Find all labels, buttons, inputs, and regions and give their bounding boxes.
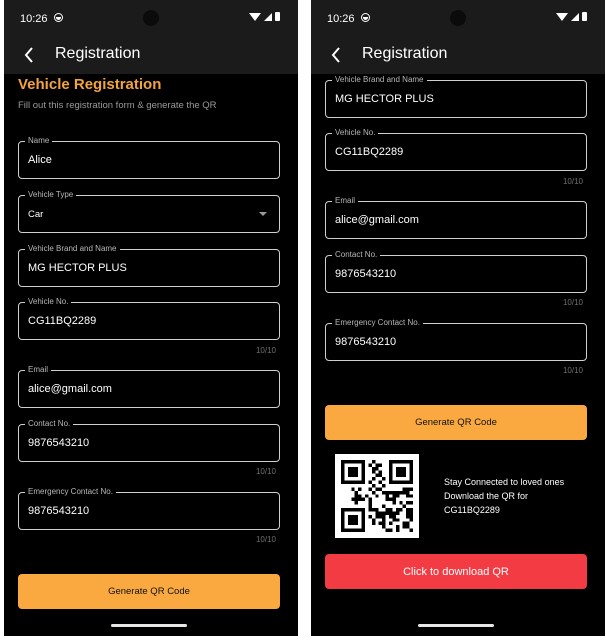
form-content-scrolled[interactable]: Vehicle Brand and Name MG HECTOR PLUS Ve… [311, 74, 605, 636]
vehicle-type-label: Vehicle Type [25, 190, 77, 200]
form-content[interactable]: Vehicle Registration Fill out this regis… [4, 74, 298, 636]
chevron-down-icon[interactable] [259, 212, 267, 216]
contact-field[interactable]: Contact No. 9876543210 [325, 250, 587, 293]
app-title: Registration [55, 45, 141, 62]
contact-value: 9876543210 [335, 268, 397, 280]
camera-cutout [450, 10, 466, 26]
status-icons [249, 12, 280, 21]
contact-label: Contact No. [25, 419, 74, 429]
qr-caption-vehicle-no: CG11BQ2289 [444, 505, 500, 515]
emergency-contact-field[interactable]: Emergency Contact No. 9876543210 [325, 318, 587, 361]
generate-qr-button[interactable]: Generate QR Code [325, 405, 587, 440]
emergency-counter: 10/10 [255, 535, 276, 544]
phone-screen-left: 10:26 Registration Vehicle Registration … [4, 0, 298, 636]
email-label: Email [25, 365, 52, 375]
download-qr-button[interactable]: Click to download QR [325, 554, 587, 589]
status-time: 10:26 [20, 13, 48, 25]
home-indicator[interactable] [111, 624, 187, 627]
brand-value: MG HECTOR PLUS [335, 93, 434, 105]
emergency-counter: 10/10 [562, 366, 583, 375]
battery-icon [582, 12, 587, 21]
status-time: 10:26 [327, 13, 355, 25]
qr-caption-line2: Download the QR for [444, 491, 529, 501]
brand-value: MG HECTOR PLUS [28, 262, 127, 274]
email-value: alice@gmail.com [28, 383, 112, 395]
app-bar: Registration [311, 36, 605, 74]
battery-icon [275, 12, 280, 21]
contact-value: 9876543210 [28, 437, 90, 449]
emergency-contact-field[interactable]: Emergency Contact No. 9876543210 [18, 487, 280, 530]
qr-caption-line1: Stay Connected to loved ones [444, 477, 565, 487]
emergency-contact-value: 9876543210 [335, 336, 397, 348]
vehicle-no-field[interactable]: Vehicle No. CG11BQ2289 [18, 297, 280, 340]
name-field[interactable]: Name Alice [18, 136, 280, 179]
phone-screen-right: 10:26 Registration Vehicle Brand and Nam… [311, 0, 605, 636]
vehicle-no-counter: 10/10 [562, 177, 583, 186]
back-arrow-icon[interactable] [327, 45, 347, 65]
emergency-contact-value: 9876543210 [28, 505, 90, 517]
brand-label: Vehicle Brand and Name [25, 244, 120, 254]
form-heading: Vehicle Registration [18, 76, 162, 93]
brand-label: Vehicle Brand and Name [332, 75, 427, 85]
app-bar: Registration [4, 36, 298, 74]
back-arrow-icon[interactable] [20, 45, 40, 65]
qr-code-icon [341, 460, 413, 532]
qr-code-image [335, 454, 419, 538]
email-field[interactable]: Email alice@gmail.com [18, 365, 280, 408]
vehicle-no-value: CG11BQ2289 [335, 146, 404, 158]
app-title: Registration [362, 45, 448, 62]
contact-counter: 10/10 [255, 467, 276, 476]
status-bar: 10:26 [311, 0, 605, 36]
name-label: Name [25, 136, 53, 146]
wifi-icon [249, 13, 261, 21]
email-label: Email [332, 196, 359, 206]
contact-field[interactable]: Contact No. 9876543210 [18, 419, 280, 462]
brand-field[interactable]: Vehicle Brand and Name MG HECTOR PLUS [18, 244, 280, 287]
vehicle-no-value: CG11BQ2289 [28, 315, 97, 327]
email-value: alice@gmail.com [335, 214, 419, 226]
name-value: Alice [28, 154, 52, 166]
home-indicator[interactable] [418, 624, 494, 627]
data-saver-icon [54, 13, 63, 22]
vehicle-type-value: Car [28, 209, 44, 220]
brand-field[interactable]: Vehicle Brand and Name MG HECTOR PLUS [325, 75, 587, 118]
generate-qr-button[interactable]: Generate QR Code [18, 574, 280, 609]
form-subheading: Fill out this registration form & genera… [18, 100, 217, 111]
emergency-contact-label: Emergency Contact No. [25, 487, 116, 497]
contact-counter: 10/10 [562, 298, 583, 307]
vehicle-no-counter: 10/10 [255, 346, 276, 355]
camera-cutout [143, 10, 159, 26]
status-icons [556, 12, 587, 21]
status-bar: 10:26 [4, 0, 298, 36]
vehicle-type-select[interactable]: Vehicle Type Car [18, 190, 280, 233]
vehicle-no-field[interactable]: Vehicle No. CG11BQ2289 [325, 128, 587, 171]
data-saver-icon [361, 13, 370, 22]
signal-icon [264, 13, 272, 21]
signal-icon [571, 13, 579, 21]
email-field[interactable]: Email alice@gmail.com [325, 196, 587, 239]
emergency-contact-label: Emergency Contact No. [332, 318, 423, 328]
vehicle-no-label: Vehicle No. [332, 128, 379, 138]
contact-label: Contact No. [332, 250, 381, 260]
wifi-icon [556, 13, 568, 21]
vehicle-no-label: Vehicle No. [25, 297, 72, 307]
